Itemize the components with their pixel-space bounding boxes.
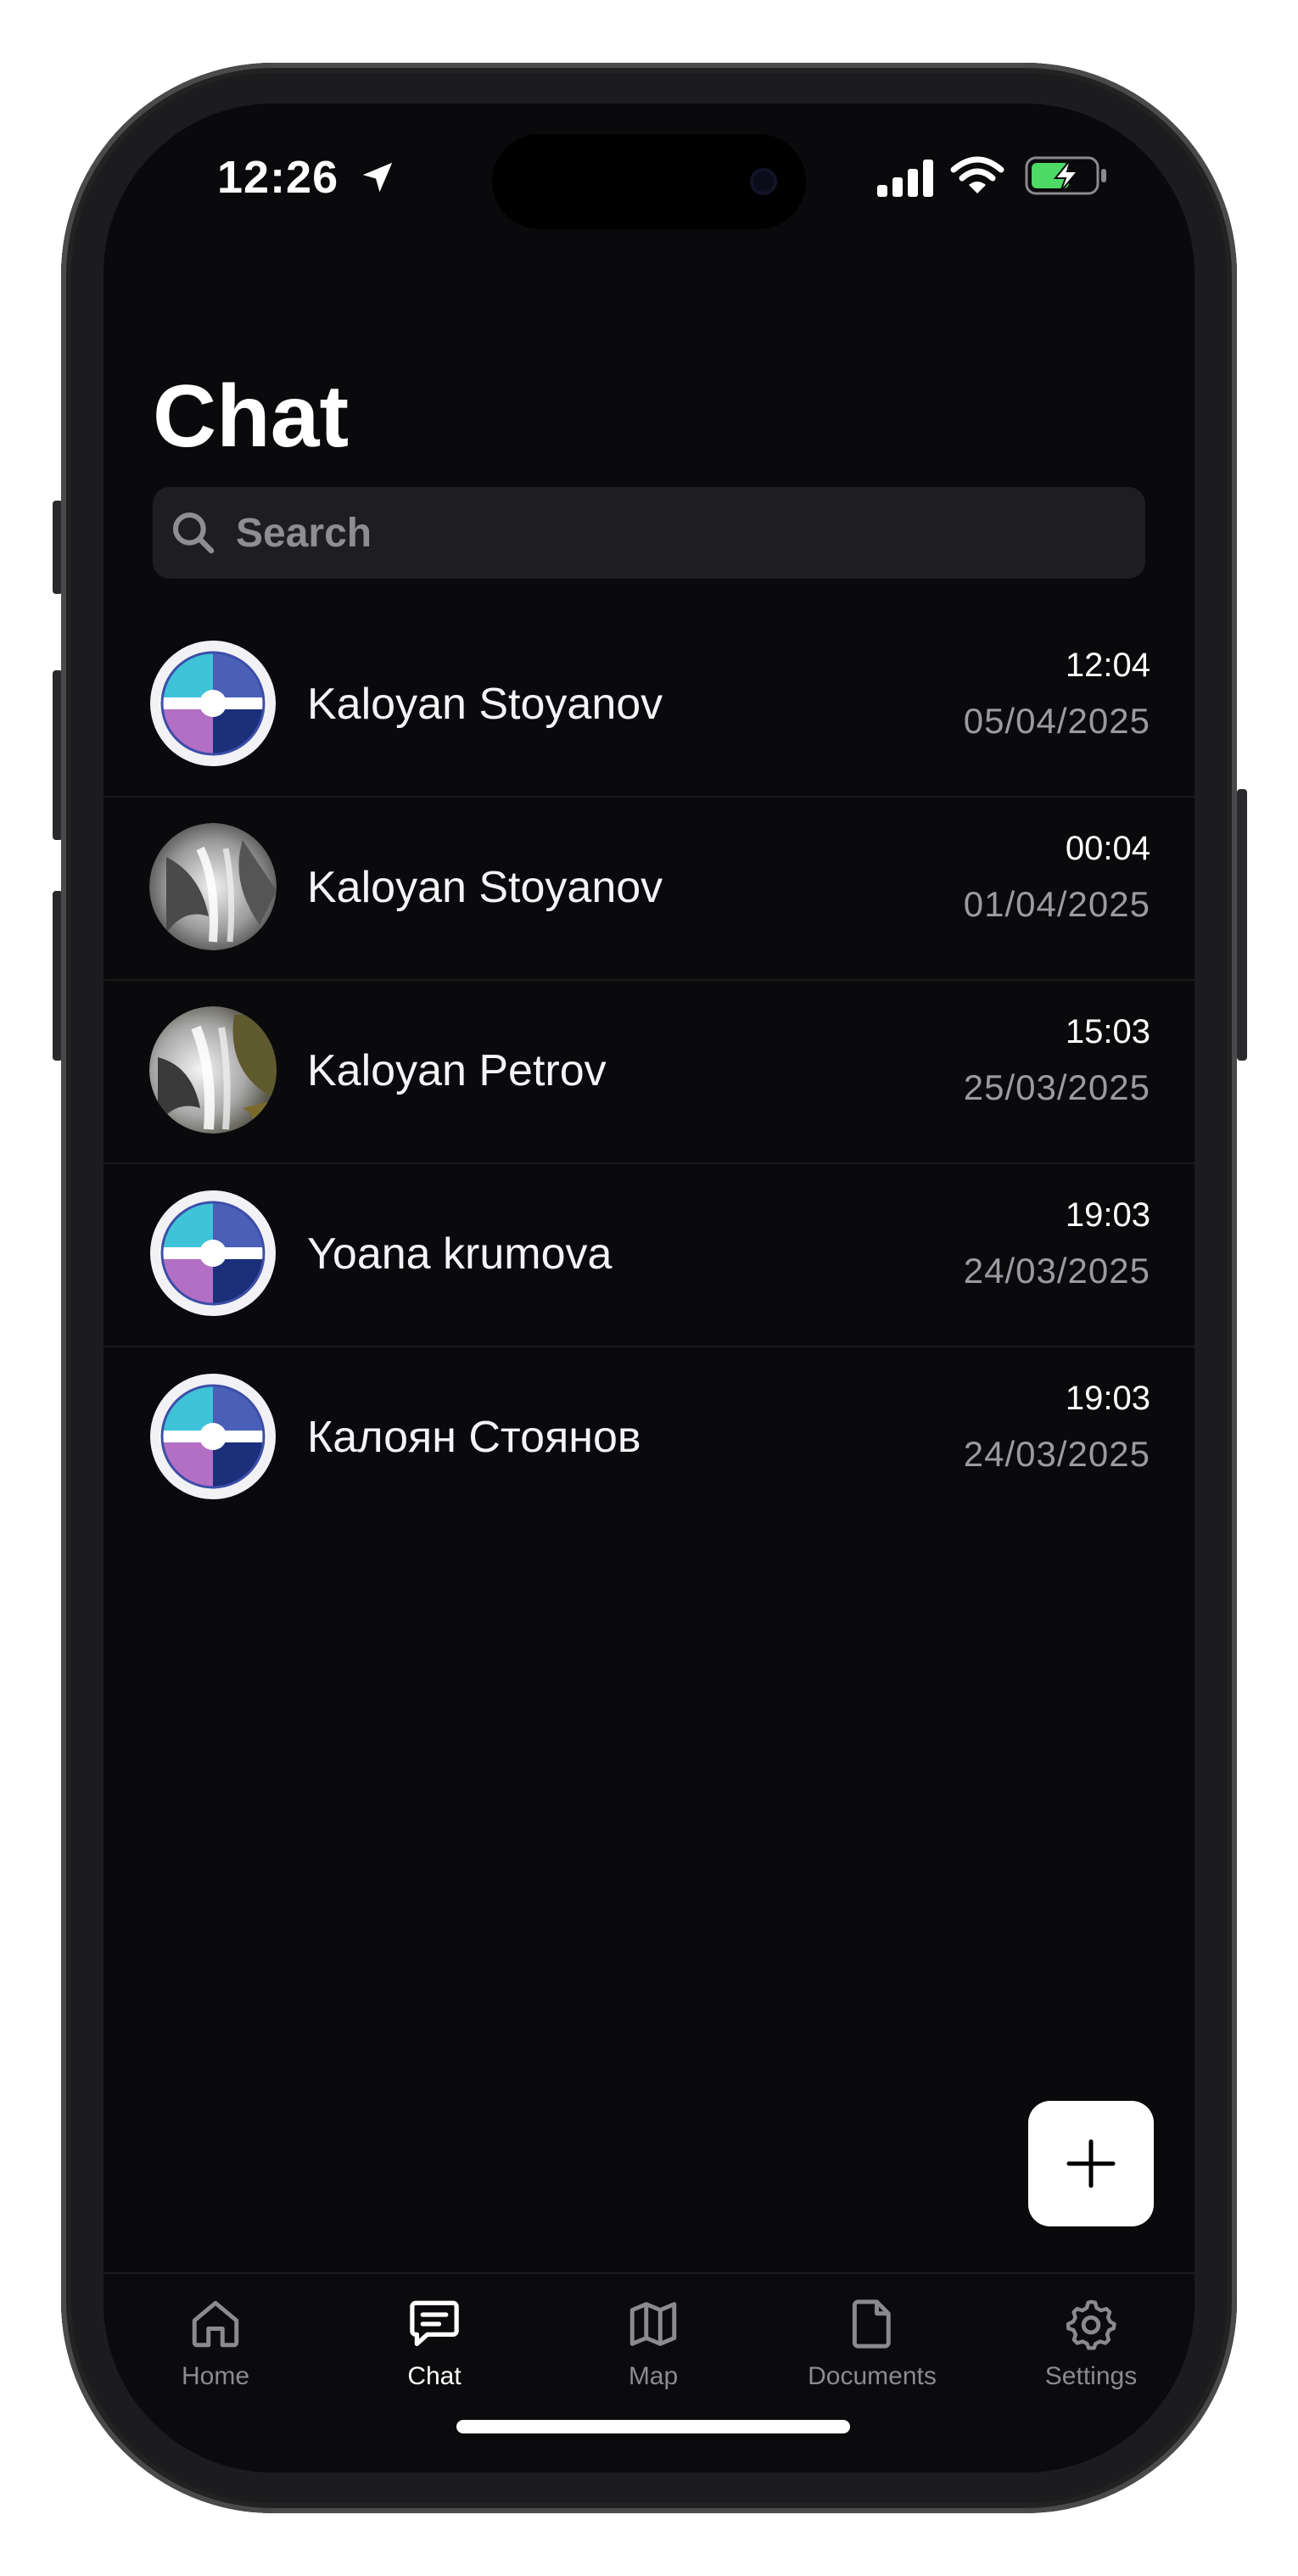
battery-charging-icon xyxy=(1025,156,1110,199)
message-time: 19:03 xyxy=(1065,1380,1150,1417)
tab-home[interactable]: Home xyxy=(126,2296,305,2391)
signal-icon xyxy=(877,160,937,201)
tab-label: Map xyxy=(628,2362,679,2390)
tab-label: Documents xyxy=(808,2362,937,2390)
status-time: 12:26 xyxy=(217,152,339,203)
search-bar[interactable] xyxy=(153,487,1145,579)
chat-list: Kaloyan Stoyanov 12:04 05/04/2025 Kaloya… xyxy=(104,614,1194,1529)
new-chat-button[interactable] xyxy=(1028,2101,1154,2226)
tab-documents[interactable]: Documents xyxy=(783,2296,961,2391)
search-icon xyxy=(170,509,217,561)
logo-avatar xyxy=(149,1190,277,1317)
message-time: 19:03 xyxy=(1065,1196,1150,1234)
chat-list-item[interactable]: Kaloyan Petrov 15:03 25/03/2025 xyxy=(104,981,1194,1164)
contact-name: Калоян Стоянов xyxy=(307,1413,641,1462)
chat-list-item[interactable]: Калоян Стоянов 19:03 24/03/2025 xyxy=(104,1347,1194,1529)
contact-name: Kaloyan Stoyanov xyxy=(307,680,663,729)
dynamic-island xyxy=(492,134,806,229)
page-title: Chat xyxy=(153,367,350,466)
message-date: 01/04/2025 xyxy=(963,884,1150,924)
logo-avatar xyxy=(149,1373,277,1500)
message-time: 00:04 xyxy=(1065,830,1150,867)
status-bar: 12:26 xyxy=(104,104,1194,256)
gear-icon xyxy=(1066,2299,1116,2350)
message-date: 24/03/2025 xyxy=(963,1251,1150,1291)
chat-list-item[interactable]: Kaloyan Stoyanov 12:04 05/04/2025 xyxy=(104,614,1194,798)
tab-chat[interactable]: Chat xyxy=(345,2296,523,2391)
message-date: 05/04/2025 xyxy=(963,701,1150,741)
waterfall-photo-avatar xyxy=(149,1006,277,1134)
tab-map[interactable]: Map xyxy=(564,2296,742,2391)
tab-settings[interactable]: Settings xyxy=(1002,2296,1180,2391)
app-screen: 12:26 Chat Search Kaloyan Stoyanov 12:04… xyxy=(104,104,1194,2472)
wifi-icon xyxy=(950,154,1004,201)
contact-name: Yoana krumova xyxy=(307,1229,613,1279)
message-time: 15:03 xyxy=(1065,1013,1150,1050)
power-button xyxy=(1237,789,1247,1061)
waterfall-photo-avatar xyxy=(149,823,277,950)
document-icon xyxy=(852,2299,891,2349)
plus-icon xyxy=(1066,2139,1116,2188)
tab-label: Settings xyxy=(1044,2362,1138,2390)
logo-avatar xyxy=(149,640,277,767)
camera-icon xyxy=(750,168,777,195)
tab-label: Home xyxy=(181,2362,250,2390)
message-date: 24/03/2025 xyxy=(963,1434,1150,1474)
message-date: 25/03/2025 xyxy=(963,1067,1150,1107)
contact-name: Kaloyan Petrov xyxy=(307,1046,607,1095)
chat-list-item[interactable]: Yoana krumova 19:03 24/03/2025 xyxy=(104,1164,1194,1347)
search-input[interactable] xyxy=(234,507,1120,558)
home-icon xyxy=(192,2300,239,2348)
home-indicator xyxy=(456,2420,850,2433)
bottom-tab-bar: Home Chat Map Documents Settings xyxy=(104,2272,1194,2472)
tab-label: Chat xyxy=(407,2362,462,2390)
contact-name: Kaloyan Stoyanov xyxy=(307,863,663,912)
message-time: 12:04 xyxy=(1065,647,1150,684)
chat-icon xyxy=(410,2300,459,2346)
location-arrow-icon xyxy=(358,158,397,201)
map-icon xyxy=(629,2302,677,2346)
chat-list-item[interactable]: Kaloyan Stoyanov 00:04 01/04/2025 xyxy=(104,798,1194,981)
